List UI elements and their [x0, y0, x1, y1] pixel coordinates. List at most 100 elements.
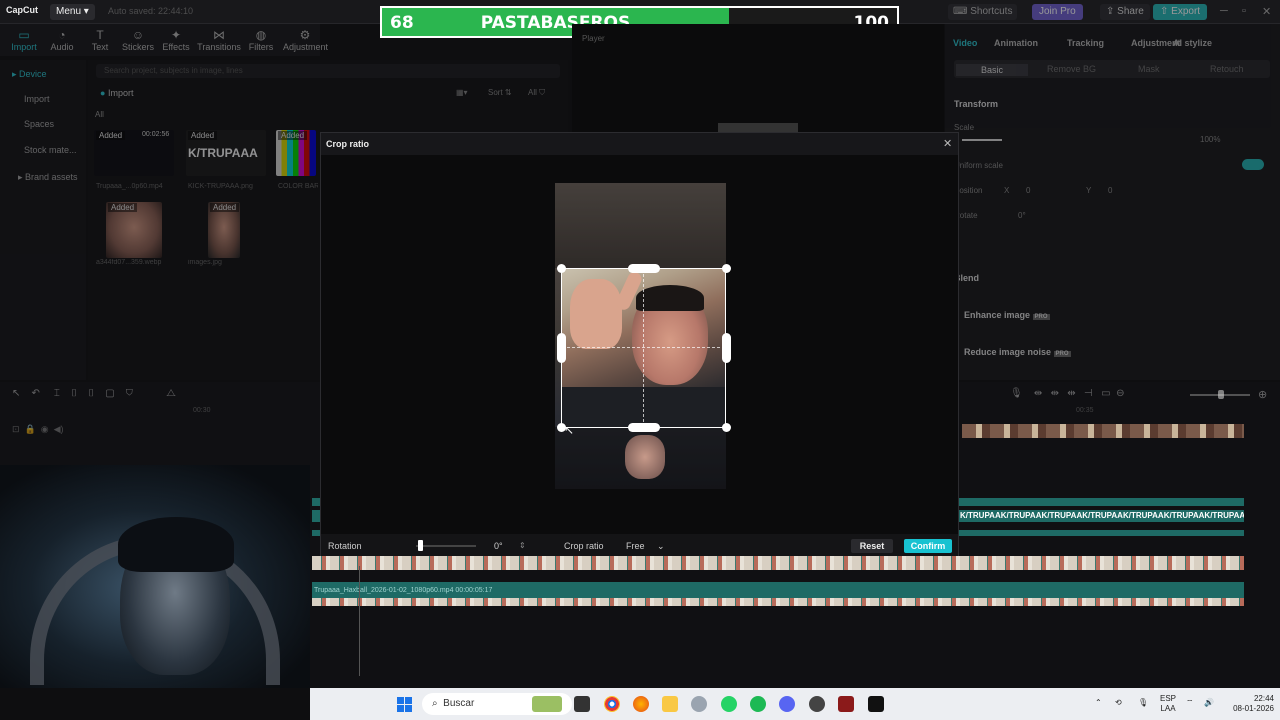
tool-adjustment[interactable]: ⚙ Adjustment: [283, 28, 328, 52]
chrome-icon[interactable]: [604, 696, 620, 712]
capcut-icon[interactable]: [868, 696, 884, 712]
media-thumb-kick[interactable]: Added K/TRUPAAA: [186, 130, 266, 176]
tab-tracking[interactable]: Tracking: [1067, 38, 1104, 48]
zoom-out-icon[interactable]: ⊖: [1116, 388, 1124, 399]
crop-handle-bottom[interactable]: [628, 423, 660, 432]
import-button[interactable]: ● Import: [100, 88, 133, 98]
media-thumb-video[interactable]: Added 00:02:56: [94, 130, 174, 176]
widgets-icon[interactable]: [532, 696, 562, 712]
tray-chevron-icon[interactable]: ⌃: [1095, 698, 1102, 708]
settings-icon[interactable]: [691, 696, 707, 712]
discord-icon[interactable]: [779, 696, 795, 712]
shortcuts-button[interactable]: ⌨ Shortcuts: [948, 4, 1018, 20]
timeline-clip-text-left[interactable]: [312, 510, 320, 522]
split-right-icon[interactable]: ⌷: [88, 388, 94, 399]
playhead[interactable]: [359, 566, 360, 676]
caption-icon[interactable]: ▭: [1101, 388, 1110, 399]
magnet-icon[interactable]: ⇹: [1051, 388, 1059, 399]
minimize-icon[interactable]: ─: [1220, 5, 1228, 17]
pos-x-value[interactable]: 0: [1026, 186, 1030, 195]
crop-handle-top-left[interactable]: [557, 264, 566, 273]
crop-handle-top[interactable]: [628, 264, 660, 273]
media-thumb-webp[interactable]: Added: [106, 202, 162, 258]
snap-icon[interactable]: ⇹: [1067, 388, 1075, 399]
crop-handle-bottom-right[interactable]: [722, 423, 731, 432]
firefox-icon[interactable]: [633, 696, 649, 712]
uniform-scale-toggle[interactable]: [1242, 159, 1264, 170]
subtab-retouch[interactable]: Retouch: [1210, 64, 1244, 74]
wifi-icon[interactable]: ⌔: [1186, 698, 1194, 708]
obs-icon[interactable]: [809, 696, 825, 712]
clock[interactable]: 22:44 08-01-2026: [1224, 694, 1274, 714]
file-explorer-icon[interactable]: [574, 696, 590, 712]
nav-device[interactable]: ▸ Device: [12, 69, 47, 80]
tab-ai-stylize[interactable]: AI stylize: [1173, 38, 1212, 48]
tool-transitions[interactable]: ⋈ Transitions: [197, 28, 241, 52]
split-icon[interactable]: ⌶: [54, 388, 60, 399]
crop-ratio-select[interactable]: Free ⌄: [626, 541, 665, 552]
volume-icon[interactable]: 🔊: [1204, 698, 1214, 708]
subtab-remove-bg[interactable]: Remove BG: [1047, 64, 1096, 74]
timeline-clip-text[interactable]: K/TRUPAAK/TRUPAAK/TRUPAAK/TRUPAAK/TRUPAA…: [958, 510, 1244, 522]
tab-animation[interactable]: Animation: [994, 38, 1038, 48]
crop-handle-right[interactable]: [722, 333, 731, 363]
mask-icon[interactable]: ⛉: [126, 388, 133, 399]
split-left-icon[interactable]: ⌷: [71, 388, 77, 399]
rotation-slider-knob[interactable]: [418, 540, 423, 551]
reset-button[interactable]: Reset: [851, 539, 893, 553]
track-controls[interactable]: ⊡ 🔒 ◉ ◀): [12, 424, 64, 435]
timeline-clip-video[interactable]: [962, 424, 1244, 438]
filter-button[interactable]: All ⛉: [528, 88, 545, 98]
windows-start-icon[interactable]: [397, 697, 413, 713]
rotation-slider[interactable]: [416, 545, 476, 547]
tab-video[interactable]: Video: [953, 38, 977, 48]
zoom-in-icon[interactable]: ⊕: [1258, 388, 1267, 401]
language-indicator[interactable]: ESP LAA: [1160, 694, 1176, 714]
valorant-icon[interactable]: [838, 696, 854, 712]
microphone-icon[interactable]: 🎙: [1010, 388, 1023, 399]
scale-slider[interactable]: [962, 139, 1002, 141]
subtab-basic[interactable]: Basic: [956, 64, 1028, 76]
nav-import[interactable]: Import: [24, 94, 50, 104]
tool-effects[interactable]: ✦ Effects: [154, 28, 198, 52]
export-button[interactable]: ⇧ Export: [1153, 4, 1208, 20]
zoom-slider-knob[interactable]: [1218, 390, 1224, 399]
delete-icon[interactable]: ▢: [105, 388, 114, 399]
network-icon[interactable]: ⟲: [1115, 698, 1122, 708]
crop-frame[interactable]: [561, 268, 726, 428]
link-icon[interactable]: ⇹: [1034, 388, 1042, 399]
sort-button[interactable]: Sort ⇅: [488, 88, 512, 97]
mic-icon[interactable]: 🎙: [1138, 698, 1148, 708]
crop-handle-top-right[interactable]: [722, 264, 731, 273]
timeline-clip-film[interactable]: [312, 556, 1244, 570]
preview-axis-icon[interactable]: ⊣: [1084, 388, 1093, 399]
media-thumb-jpg[interactable]: Added: [208, 202, 240, 258]
spotify-icon[interactable]: [750, 696, 766, 712]
scale-value[interactable]: 100%: [1200, 135, 1220, 144]
rotate-value[interactable]: 0°: [1018, 211, 1026, 220]
nav-spaces[interactable]: Spaces: [24, 119, 54, 129]
media-thumb-colorbars[interactable]: Added: [276, 130, 316, 176]
folder-icon[interactable]: [662, 696, 678, 712]
mirror-icon[interactable]: ⧍: [166, 388, 175, 399]
stepper-icon[interactable]: ⇕: [519, 541, 526, 550]
media-search-input[interactable]: Search project, subjects in image, lines: [96, 64, 560, 78]
nav-stock-material[interactable]: Stock mate...: [24, 145, 77, 155]
undo-icon[interactable]: ↶: [32, 388, 40, 399]
close-icon[interactable]: ✕: [943, 137, 952, 150]
confirm-button[interactable]: Confirm: [904, 539, 952, 553]
menu-button[interactable]: Menu ▾: [50, 4, 95, 20]
join-pro-button[interactable]: Join Pro: [1032, 4, 1083, 20]
view-toggle[interactable]: ▦▾: [456, 88, 468, 97]
tool-filters[interactable]: ◍ Filters: [239, 28, 283, 52]
nav-brand-assets[interactable]: ▸ Brand assets: [18, 172, 78, 183]
whatsapp-icon[interactable]: [721, 696, 737, 712]
rotation-value[interactable]: 0°: [494, 541, 503, 551]
subtab-mask[interactable]: Mask: [1138, 64, 1160, 74]
pos-y-value[interactable]: 0: [1108, 186, 1112, 195]
close-window-icon[interactable]: ✕: [1262, 5, 1271, 18]
crop-handle-left[interactable]: [557, 333, 566, 363]
share-button[interactable]: ⇪ Share: [1100, 4, 1150, 20]
maximize-icon[interactable]: ▫: [1242, 5, 1246, 17]
select-icon[interactable]: ↖: [12, 388, 20, 399]
